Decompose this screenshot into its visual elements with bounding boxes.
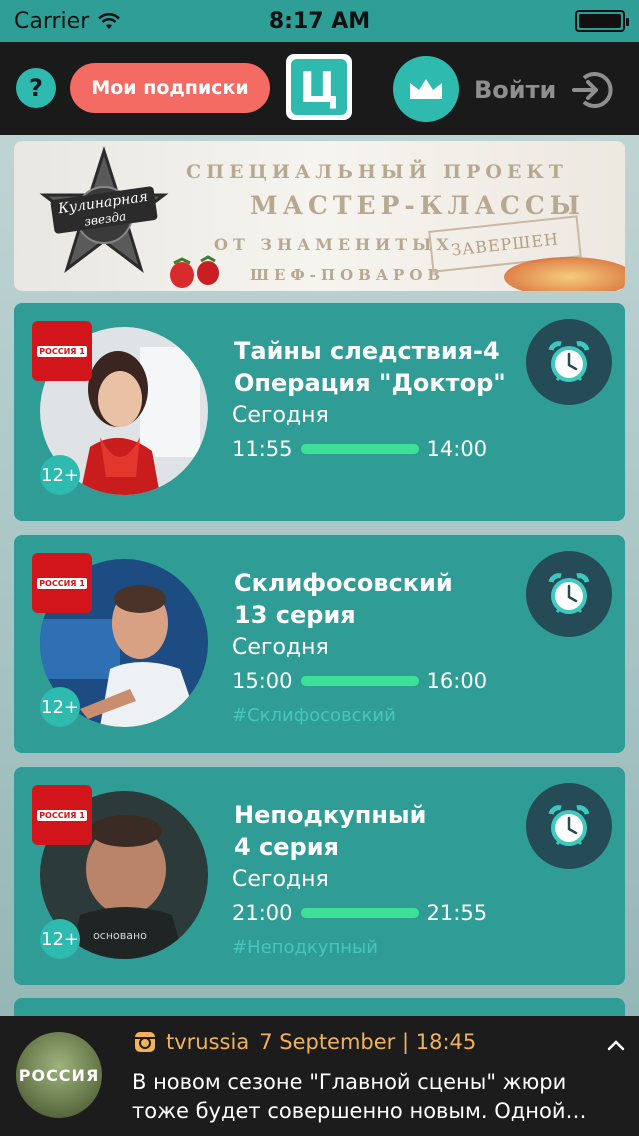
culinary-star-logo: Кулинарная звезда bbox=[39, 146, 169, 273]
program-time: 21:00 21:55 bbox=[232, 901, 512, 925]
carrier-label: Carrier bbox=[14, 8, 90, 34]
dessert-image bbox=[504, 257, 625, 291]
top-bar: ? Мои подписки Ц Войти bbox=[0, 42, 639, 135]
login-arrow-icon bbox=[572, 72, 613, 108]
age-rating-badge: 12+ bbox=[40, 687, 80, 727]
channel-logo: РОССИЯ 1 bbox=[32, 785, 92, 845]
program-title: Склифосовский 13 серия bbox=[234, 567, 524, 631]
program-hashtag[interactable]: #Неподкупный bbox=[232, 937, 378, 958]
notification-header: tvrussia 7 September | 18:45 bbox=[134, 1030, 476, 1054]
program-title-line2: 4 серия bbox=[234, 833, 339, 861]
alarm-clock-icon bbox=[548, 341, 590, 382]
channel-avatar: РОССИЯ bbox=[16, 1032, 102, 1118]
program-time: 15:00 16:00 bbox=[232, 669, 512, 693]
login-button[interactable]: Войти bbox=[474, 68, 614, 112]
channel-name: РОССИЯ 1 bbox=[37, 345, 87, 357]
program-title-line1: Склифосовский bbox=[234, 569, 453, 597]
premium-button[interactable] bbox=[393, 56, 459, 122]
avatar-text: РОССИЯ bbox=[18, 1065, 100, 1085]
program-card[interactable]: РОССИЯ 1 12+ Склифосовский 13 серия Сего… bbox=[14, 535, 625, 753]
promo-banner[interactable]: Кулинарная звезда СПЕЦИАЛЬНЫЙ ПРОЕКТ МАС… bbox=[14, 141, 625, 291]
program-progress-bar bbox=[300, 676, 419, 686]
strawberries-image bbox=[170, 255, 219, 288]
banner-line3: ОТ ЗНАМЕНИТЫХ bbox=[214, 235, 454, 254]
svg-text:основано: основано bbox=[93, 929, 147, 942]
reminder-button[interactable] bbox=[526, 783, 612, 869]
program-day: Сегодня bbox=[232, 867, 329, 892]
battery-icon bbox=[575, 10, 629, 32]
age-rating-badge: 12+ bbox=[40, 919, 80, 959]
program-start-time: 11:55 bbox=[232, 437, 293, 461]
channel-logo: РОССИЯ 1 bbox=[32, 321, 92, 381]
reminder-button[interactable] bbox=[526, 319, 612, 405]
alarm-clock-icon bbox=[548, 573, 590, 614]
program-card[interactable]: РОССИЯ 1 12+ Тайны следствия-4 Операция … bbox=[14, 303, 625, 521]
login-label: Войти bbox=[474, 76, 557, 104]
reminder-button[interactable] bbox=[526, 551, 612, 637]
crown-icon bbox=[410, 79, 442, 99]
help-button[interactable]: ? bbox=[16, 68, 56, 108]
program-title-line1: Неподкупный bbox=[234, 801, 427, 829]
program-time: 11:55 14:00 bbox=[232, 437, 512, 461]
notification-text: В новом сезоне "Главной сцены" жюри тоже… bbox=[132, 1070, 587, 1123]
app-logo[interactable]: Ц bbox=[286, 54, 352, 120]
banner-line4: ШЕФ-ПОВАРОВ bbox=[250, 266, 446, 284]
notification-date: 7 September | 18:45 bbox=[259, 1030, 477, 1054]
program-start-time: 21:00 bbox=[232, 901, 293, 925]
instagram-icon bbox=[135, 1032, 155, 1052]
news-notification[interactable]: РОССИЯ tvrussia 7 September | 18:45 В но… bbox=[0, 1016, 639, 1136]
program-title: Неподкупный 4 серия bbox=[234, 799, 524, 863]
program-day: Сегодня bbox=[232, 403, 329, 428]
status-bar: Carrier 8:17 AM bbox=[0, 0, 639, 42]
program-progress-bar bbox=[300, 444, 419, 454]
program-end-time: 16:00 bbox=[426, 669, 488, 693]
banner-line1: СПЕЦИАЛЬНЫЙ ПРОЕКТ bbox=[186, 161, 568, 183]
program-end-time: 21:55 bbox=[426, 901, 488, 925]
program-progress-bar bbox=[300, 908, 419, 918]
notification-handle[interactable]: tvrussia bbox=[166, 1030, 249, 1054]
my-subscriptions-button[interactable]: Мои подписки bbox=[70, 63, 270, 113]
logo-letter: Ц bbox=[291, 59, 347, 115]
program-title: Тайны следствия-4 Операция "Доктор" bbox=[234, 335, 524, 399]
channel-name: РОССИЯ 1 bbox=[37, 577, 87, 589]
program-hashtag[interactable]: #Склифосовский bbox=[232, 705, 396, 726]
program-title-line2: 13 серия bbox=[234, 601, 356, 629]
wifi-icon bbox=[98, 13, 121, 29]
channel-name: РОССИЯ 1 bbox=[37, 809, 87, 821]
program-end-time: 14:00 bbox=[426, 437, 488, 461]
banner-line2: МАСТЕР-КЛАССЫ bbox=[250, 191, 585, 220]
age-rating-badge: 12+ bbox=[40, 455, 80, 495]
status-left: Carrier bbox=[14, 9, 121, 34]
channel-logo: РОССИЯ 1 bbox=[32, 553, 92, 613]
program-start-time: 15:00 bbox=[232, 669, 293, 693]
program-title-line1: Тайны следствия-4 bbox=[234, 337, 500, 365]
chevron-up-icon[interactable] bbox=[606, 1038, 626, 1052]
program-title-line2: Операция "Доктор" bbox=[234, 369, 506, 397]
alarm-clock-icon bbox=[548, 805, 590, 846]
program-card[interactable]: основано РОССИЯ 1 12+ Неподкупный 4 сери… bbox=[14, 767, 625, 985]
program-day: Сегодня bbox=[232, 635, 329, 660]
